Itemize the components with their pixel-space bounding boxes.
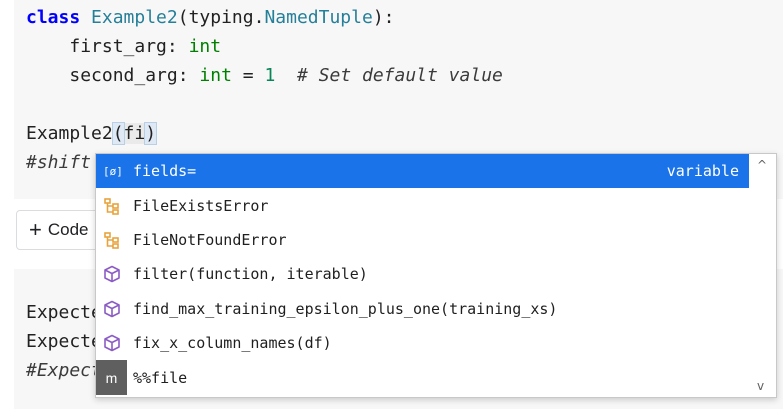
code-line-1: class Example2(typing.NamedTuple): bbox=[26, 7, 395, 28]
typed-word: fi bbox=[123, 123, 146, 144]
magic-icon: m bbox=[96, 360, 127, 395]
add-code-label: Code bbox=[47, 220, 89, 239]
autocomplete-popup[interactable]: [ø] fields= variable FileExistsError Fil… bbox=[95, 153, 777, 398]
code-editor-1[interactable]: class Example2(typing.NamedTuple): first… bbox=[26, 3, 503, 177]
plus-icon: + bbox=[29, 217, 42, 242]
chevron-up-icon[interactable]: ^ bbox=[757, 158, 767, 172]
autocomplete-list: [ø] fields= variable FileExistsError Fil… bbox=[96, 154, 749, 395]
code-line-6: #shift bbox=[26, 152, 92, 173]
suggestion-item[interactable]: find_max_training_epsilon_plus_one(train… bbox=[96, 292, 749, 326]
code-line-2: first_arg: int bbox=[69, 36, 222, 57]
suggestion-item[interactable]: [ø] fields= variable bbox=[96, 154, 749, 189]
suggestion-item[interactable]: FileNotFoundError bbox=[96, 223, 749, 257]
suggestion-item[interactable]: FileExistsError bbox=[96, 188, 749, 222]
function-icon bbox=[96, 265, 127, 283]
suggestion-item[interactable]: m %%file bbox=[96, 360, 749, 395]
code-line-5: Example2(fi) bbox=[26, 122, 158, 145]
suggestion-item[interactable]: fix_x_column_names(df) bbox=[96, 326, 749, 360]
function-icon bbox=[96, 300, 127, 318]
code-line-3: second_arg: int = 1 # Set default value bbox=[69, 65, 503, 86]
svg-text:[ø]: [ø] bbox=[103, 165, 121, 178]
suggestion-item[interactable]: filter(function, iterable) bbox=[96, 257, 749, 291]
suggestion-kind: variable bbox=[666, 162, 739, 181]
variable-icon: [ø] bbox=[96, 164, 127, 178]
chevron-down-icon[interactable]: v bbox=[757, 379, 764, 393]
class-icon bbox=[96, 231, 127, 249]
autocomplete-scrollbar[interactable]: ^ v bbox=[749, 154, 776, 397]
class-icon bbox=[96, 197, 127, 215]
function-icon bbox=[96, 334, 127, 352]
